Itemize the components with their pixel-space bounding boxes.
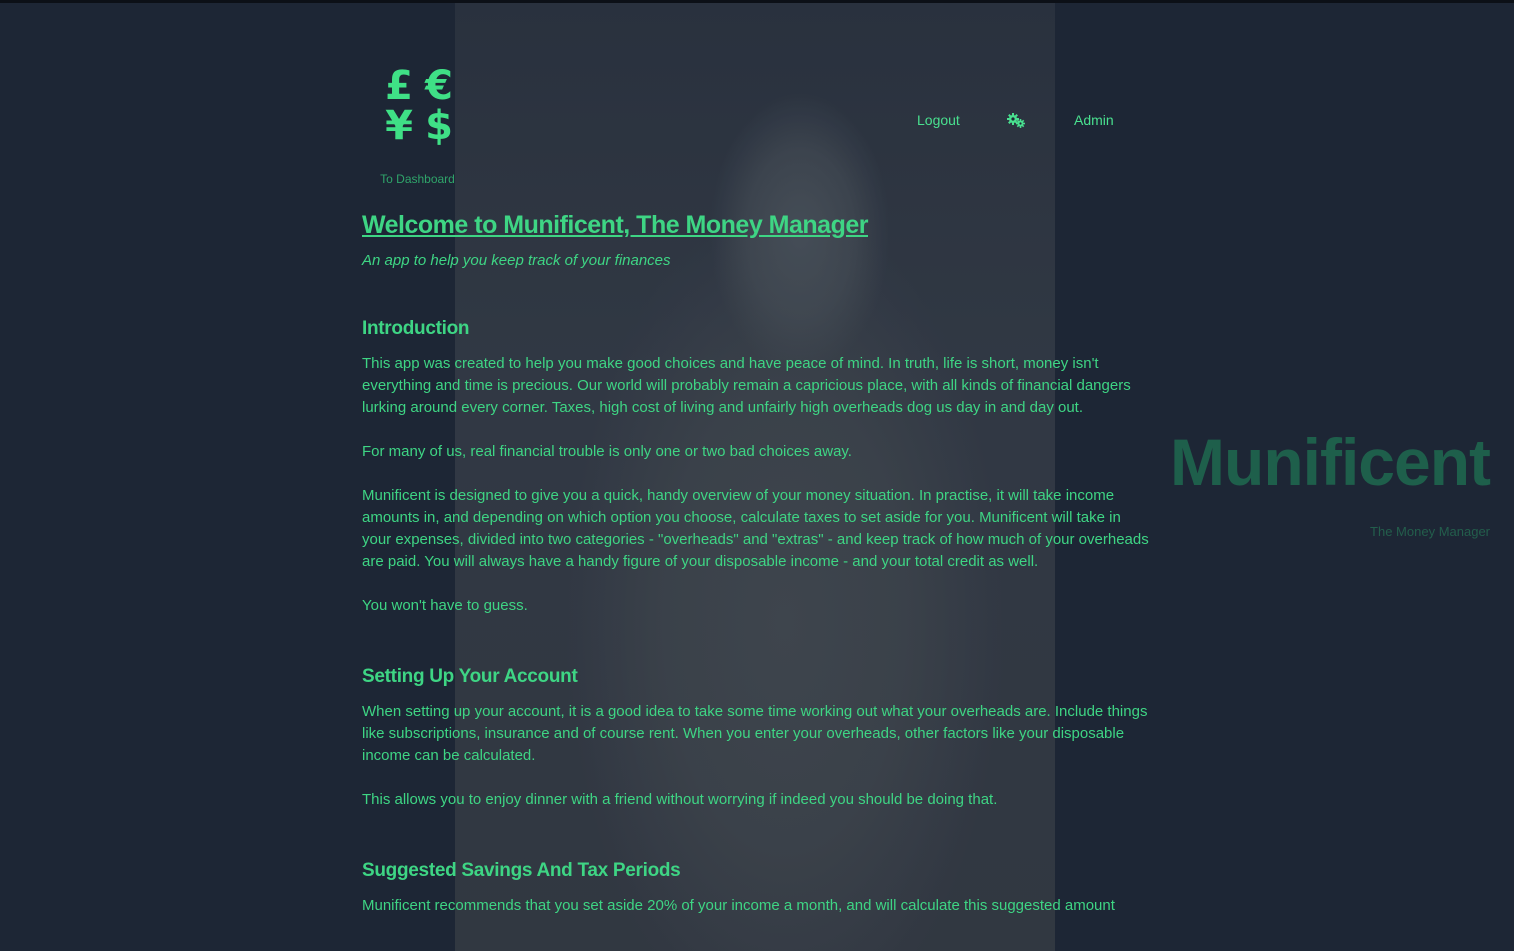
section-heading: Suggested Savings And Tax Periods (362, 860, 681, 881)
currency-logo-icon[interactable]: £ € ¥ $ (381, 66, 458, 146)
brand-title: Munificent (1170, 425, 1491, 499)
euro-glyph: € (425, 63, 453, 109)
to-dashboard-link[interactable]: To Dashboard (377, 172, 458, 186)
gears-icon[interactable] (1007, 113, 1027, 129)
admin-link[interactable]: Admin (1074, 112, 1114, 128)
paragraph: This allows you to enjoy dinner with a f… (362, 791, 998, 808)
brand-subtitle: The Money Manager (1370, 524, 1490, 539)
section-introduction: Introduction This app was created to hel… (362, 317, 1152, 617)
section-heading: Setting Up Your Account (362, 666, 578, 687)
side-brand: Munificent The Money Manager (1170, 422, 1491, 539)
logout-link[interactable]: Logout (917, 112, 960, 128)
logo[interactable]: £ € ¥ $ To Dashboard (378, 66, 458, 186)
paragraph: For many of us, real financial trouble i… (362, 443, 852, 460)
paragraph: You won't have to guess. (362, 597, 528, 614)
main-content: Welcome to Munificent, The Money Manager… (362, 210, 1152, 917)
paragraph: Munificent recommends that you set aside… (362, 897, 1115, 914)
page-tagline: An app to help you keep track of your fi… (362, 252, 671, 269)
section-heading: Introduction (362, 318, 470, 339)
paragraph: Munificent is designed to give you a qui… (362, 487, 1149, 570)
page-title: Welcome to Munificent, The Money Manager (362, 211, 869, 239)
paragraph: When setting up your account, it is a go… (362, 703, 1148, 764)
section-setting-up-account: Setting Up Your Account When setting up … (362, 665, 1152, 811)
yen-glyph: ¥ (385, 103, 413, 149)
pound-glyph: £ (385, 63, 413, 109)
dollar-glyph: $ (425, 103, 453, 149)
section-savings-tax: Suggested Savings And Tax Periods Munifi… (362, 859, 1152, 917)
paragraph: This app was created to help you make go… (362, 355, 1131, 416)
